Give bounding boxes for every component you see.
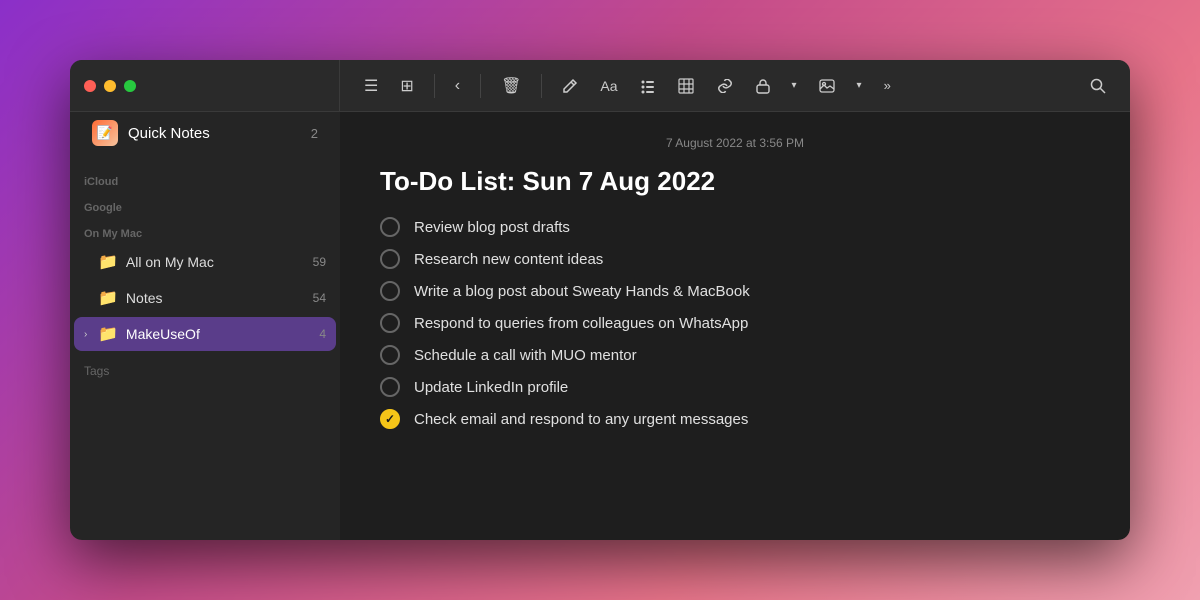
icloud-group-label: iCloud <box>70 166 340 192</box>
sidebar-item-makeuseOf[interactable]: › 📁 MakeUseOf 4 <box>74 317 336 351</box>
media-chevron-icon[interactable]: ▾ <box>849 74 870 97</box>
media-icon[interactable] <box>811 73 843 99</box>
note-content: 7 August 2022 at 3:56 PM To-Do List: Sun… <box>340 112 1130 540</box>
todo-text-4: Respond to queries from colleagues on Wh… <box>414 315 748 332</box>
chevron-down-icon[interactable]: ▾ <box>784 74 805 97</box>
trash-icon[interactable]: 🗑 <box>493 70 529 102</box>
window-header: ☰ ⊞ ‹ 🗑 Aa <box>70 60 1130 112</box>
table-icon[interactable] <box>670 72 702 100</box>
more-icon[interactable]: » <box>876 72 900 99</box>
app-window: ☰ ⊞ ‹ 🗑 Aa <box>70 60 1130 540</box>
todo-checkbox-5[interactable] <box>380 345 400 365</box>
folder-name-makeuseOf: MakeUseOf <box>126 326 319 342</box>
sidebar-item-all-on-my-mac[interactable]: 📁 All on My Mac 59 <box>74 245 336 279</box>
quick-notes-label: Quick Notes <box>128 125 311 142</box>
folder-icon: 📁 <box>98 252 118 272</box>
window-body: 📝 Quick Notes 2 iCloud Google On My Mac … <box>70 112 1130 540</box>
note-title: To-Do List: Sun 7 Aug 2022 <box>380 166 1090 197</box>
todo-item-1[interactable]: Review blog post drafts <box>380 217 1090 237</box>
todo-item-3[interactable]: Write a blog post about Sweaty Hands & M… <box>380 281 1090 301</box>
tags-label: Tags <box>70 352 340 382</box>
todo-item-4[interactable]: Respond to queries from colleagues on Wh… <box>380 313 1090 333</box>
link-icon[interactable] <box>708 73 742 99</box>
todo-checkbox-4[interactable] <box>380 313 400 333</box>
separator-2 <box>480 74 481 98</box>
checklist-icon[interactable] <box>632 72 664 100</box>
todo-checkbox-2[interactable] <box>380 249 400 269</box>
sidebar: 📝 Quick Notes 2 iCloud Google On My Mac … <box>70 112 340 540</box>
google-group-label: Google <box>70 192 340 218</box>
folder-count-all: 59 <box>313 255 326 269</box>
minimize-button[interactable] <box>104 80 116 92</box>
grid-view-icon[interactable]: ⊞ <box>392 70 421 102</box>
note-panel: 7 August 2022 at 3:56 PM To-Do List: Sun… <box>340 112 1130 540</box>
on-my-mac-group-label: On My Mac <box>70 218 340 244</box>
folder-count-notes: 54 <box>313 291 326 305</box>
notes-toolbar: ☰ ⊞ ‹ 🗑 Aa <box>340 60 1130 112</box>
quick-notes-item[interactable]: 📝 Quick Notes 2 <box>82 112 328 154</box>
todo-item-7[interactable]: Check email and respond to any urgent me… <box>380 409 1090 429</box>
todo-text-3: Write a blog post about Sweaty Hands & M… <box>414 283 750 300</box>
note-timestamp: 7 August 2022 at 3:56 PM <box>380 136 1090 150</box>
sidebar-item-notes[interactable]: 📁 Notes 54 <box>74 281 336 315</box>
todo-text-2: Research new content ideas <box>414 251 603 268</box>
todo-item-5[interactable]: Schedule a call with MUO mentor <box>380 345 1090 365</box>
folder-count-makeuseOf: 4 <box>319 327 326 341</box>
folder-name-all: All on My Mac <box>126 254 313 270</box>
lock-icon[interactable] <box>748 72 778 100</box>
folder-chevron-expanded: › <box>84 329 94 340</box>
todo-checkbox-7[interactable] <box>380 409 400 429</box>
left-header <box>70 60 340 112</box>
quick-notes-section: 📝 Quick Notes 2 <box>70 112 340 158</box>
todo-checkbox-6[interactable] <box>380 377 400 397</box>
folder-icon: 📁 <box>98 324 118 344</box>
search-icon[interactable] <box>1082 72 1114 100</box>
todo-checkbox-1[interactable] <box>380 217 400 237</box>
folder-name-notes: Notes <box>126 290 313 306</box>
todo-text-7: Check email and respond to any urgent me… <box>414 411 748 428</box>
todo-item-2[interactable]: Research new content ideas <box>380 249 1090 269</box>
traffic-lights <box>84 80 136 92</box>
maximize-button[interactable] <box>124 80 136 92</box>
list-view-icon[interactable]: ☰ <box>356 70 386 102</box>
quick-notes-count: 2 <box>311 126 318 141</box>
compose-icon[interactable] <box>554 72 586 100</box>
quick-notes-icon: 📝 <box>92 120 118 146</box>
todo-text-6: Update LinkedIn profile <box>414 379 568 396</box>
separator-3 <box>541 74 542 98</box>
todo-text-1: Review blog post drafts <box>414 219 570 236</box>
separator-1 <box>434 74 435 98</box>
todo-checkbox-3[interactable] <box>380 281 400 301</box>
close-button[interactable] <box>84 80 96 92</box>
todo-item-6[interactable]: Update LinkedIn profile <box>380 377 1090 397</box>
font-icon[interactable]: Aa <box>592 72 625 100</box>
folder-icon: 📁 <box>98 288 118 308</box>
todo-text-5: Schedule a call with MUO mentor <box>414 347 637 364</box>
back-icon[interactable]: ‹ <box>447 71 468 101</box>
